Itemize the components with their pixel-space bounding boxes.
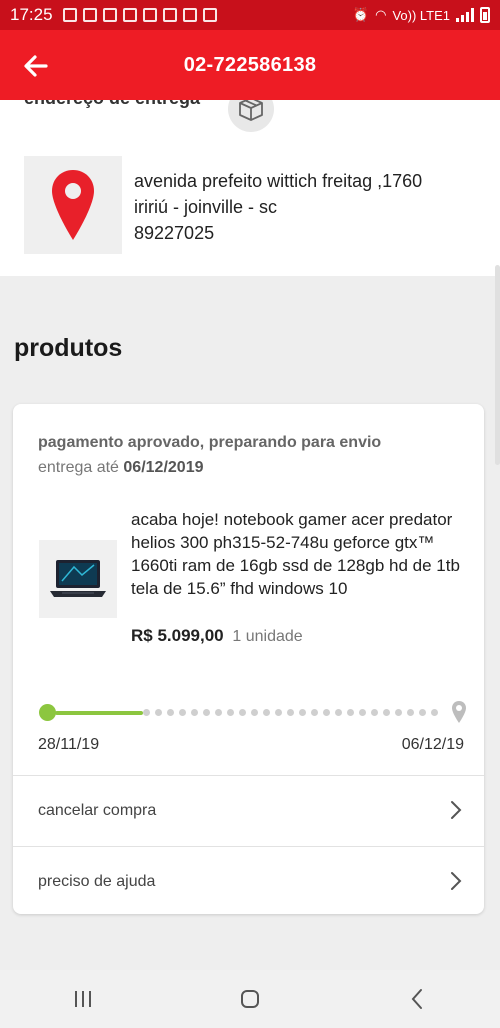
destination-pin-icon: [452, 701, 466, 723]
cancel-purchase-button[interactable]: cancelar compra: [13, 776, 484, 846]
product-quantity: 1 unidade: [232, 628, 303, 645]
cancel-purchase-label: cancelar compra: [38, 802, 157, 819]
notification-icon: [142, 8, 157, 22]
tracker-start-dot: [39, 704, 56, 721]
help-button[interactable]: preciso de ajuda: [13, 847, 484, 917]
notification-icons: [62, 8, 217, 22]
order-status: pagamento aprovado, preparando para envi…: [38, 434, 382, 451]
status-bar: 17:25 ⏰ ◠ Vo)) LTE1: [0, 0, 500, 30]
notification-icon: [82, 8, 97, 22]
notification-icon: [102, 8, 117, 22]
notification-icon: [122, 8, 137, 22]
delivery-estimate: entrega até 06/12/2019: [38, 459, 203, 477]
tracker-remaining-dots: [143, 709, 438, 716]
product-thumbnail[interactable]: [39, 540, 117, 618]
home-button[interactable]: [220, 979, 280, 1019]
home-icon: [240, 990, 259, 1008]
location-pin-icon: [52, 170, 94, 240]
delivery-label: entrega até: [38, 459, 119, 476]
scrollbar[interactable]: [495, 265, 500, 465]
back-nav-button[interactable]: [387, 979, 447, 1019]
tracker-end-date: 06/12/19: [401, 736, 464, 753]
signal-icon: [456, 8, 474, 22]
chevron-right-icon: [451, 872, 462, 890]
wifi-icon: ◠: [375, 7, 387, 22]
chevron-right-icon: [451, 801, 462, 819]
system-icons: ⏰ ◠ Vo)) LTE1: [353, 7, 490, 23]
notification-icon: [182, 8, 197, 22]
recent-apps-icon: [75, 991, 92, 1007]
laptop-icon: [50, 560, 106, 597]
arrow-left-icon: [24, 55, 48, 77]
chevron-left-icon: [411, 989, 422, 1009]
location-pin-box: [24, 156, 122, 254]
notification-icon: [62, 8, 77, 22]
help-label: preciso de ajuda: [38, 873, 156, 890]
address-text: avenida prefeito wittich freitag ,1760 i…: [134, 168, 422, 246]
delivery-tracker: [37, 700, 467, 724]
app-bar: 02-722586138: [0, 30, 500, 100]
notification-icon: [202, 8, 217, 22]
tracker-start-date: 28/11/19: [38, 736, 100, 753]
address-line-city: iririú - joinville - sc: [134, 197, 278, 217]
notification-icon: [162, 8, 177, 22]
network-label: Vo)) LTE1: [392, 7, 450, 23]
page-title: 02-722586138: [183, 53, 317, 76]
battery-icon: [480, 7, 490, 23]
tracker-progress-bar: [55, 711, 143, 715]
back-button[interactable]: [18, 48, 54, 84]
address-section: endereço de entrega avenida prefeito wit…: [0, 100, 500, 276]
package-icon: [228, 100, 274, 132]
products-title: produtos: [14, 334, 123, 362]
product-description[interactable]: acaba hoje! notebook gamer acer predator…: [131, 508, 471, 600]
status-time: 17:25: [10, 5, 53, 24]
alarm-icon: ⏰: [352, 7, 370, 22]
delivery-date: 06/12/2019: [123, 459, 204, 476]
address-line-street: avenida prefeito wittich freitag ,1760: [134, 171, 423, 191]
address-line-zip: 89227025: [134, 223, 215, 243]
product-price: R$ 5.099,00: [131, 626, 224, 645]
recent-apps-button[interactable]: [53, 979, 113, 1019]
address-heading: endereço de entrega: [24, 100, 200, 109]
price-line: R$ 5.099,00 1 unidade: [131, 626, 303, 646]
order-card: pagamento aprovado, preparando para envi…: [13, 404, 484, 914]
system-nav-bar: [0, 970, 500, 1028]
